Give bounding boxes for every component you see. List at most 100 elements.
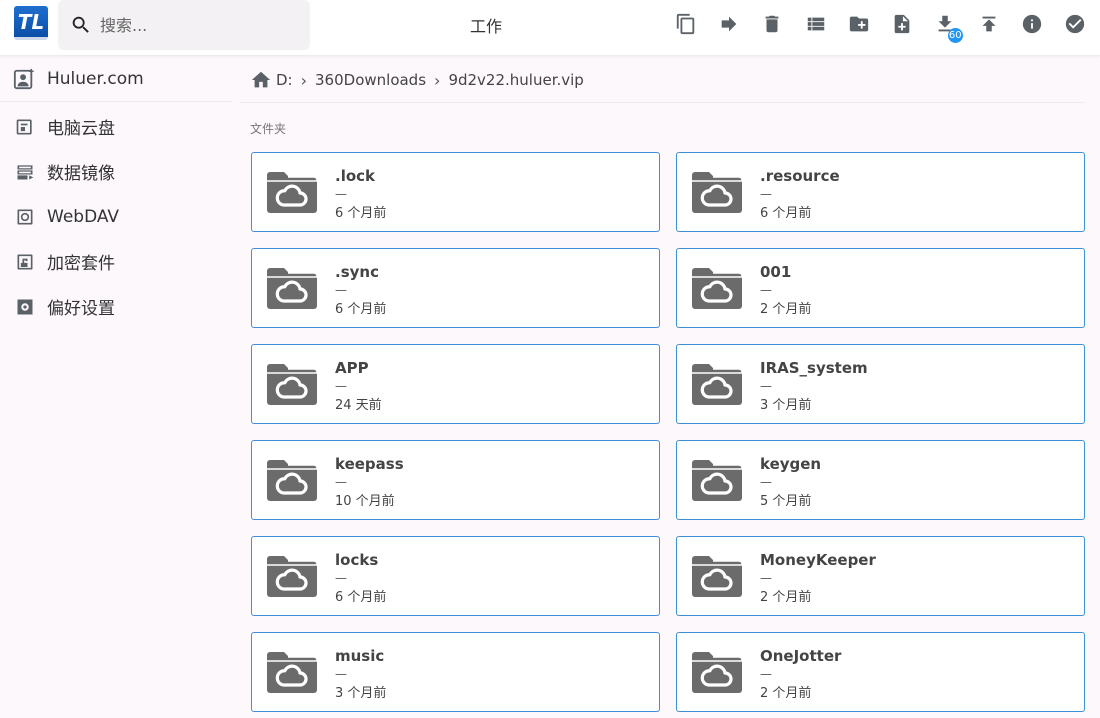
copy-button[interactable] (664, 8, 707, 40)
folder-name: MoneyKeeper (760, 551, 876, 569)
move-icon (721, 16, 737, 32)
folder-modified: 2 个月前 (760, 590, 812, 605)
cloud-folder-icon (267, 652, 318, 693)
folder-modified: 24 天前 (335, 398, 382, 413)
folder-size: — (335, 379, 347, 393)
sidebar-item-settings[interactable]: 偏好设置 (0, 284, 232, 329)
folder-grid: .lock — 6 个月前 .resource — 6 个月前 .sync — … (251, 152, 1085, 712)
folder-modified: 3 个月前 (335, 686, 387, 701)
data-mirror-icon (17, 164, 34, 179)
folder-modified: 2 个月前 (760, 686, 812, 701)
new-file-button[interactable] (880, 8, 923, 40)
folder-size: — (760, 379, 772, 393)
cloud-folder-icon (692, 556, 743, 597)
folder-name: OneJotter (760, 647, 842, 665)
folder-size: — (760, 475, 772, 489)
folder-size: — (335, 571, 347, 585)
folder-card[interactable]: 001 — 2 个月前 (676, 248, 1085, 328)
folder-card[interactable]: .lock — 6 个月前 (251, 152, 660, 232)
folder-card[interactable]: .resource — 6 个月前 (676, 152, 1085, 232)
new-file-icon (894, 14, 910, 34)
search-box[interactable] (58, 0, 310, 50)
sidebar-brand[interactable]: Huluer.com (0, 56, 232, 102)
sidebar-nav: 电脑云盘 数据镜像 WebDAV 加密套件 偏好设置 (0, 104, 232, 329)
folder-card[interactable]: APP — 24 天前 (251, 344, 660, 424)
new-folder-button[interactable] (837, 8, 880, 40)
folder-name: .lock (335, 167, 376, 185)
folder-size: — (760, 283, 772, 297)
select-all-icon (1066, 14, 1085, 34)
home-icon[interactable] (250, 69, 272, 91)
folder-modified: 10 个月前 (335, 494, 395, 509)
folder-size: — (760, 187, 772, 201)
search-input[interactable] (100, 12, 300, 38)
download-count-badge: 60 (947, 28, 963, 43)
folder-name: 001 (760, 263, 792, 281)
cloud-folder-icon (267, 556, 318, 597)
webdav-icon (17, 209, 33, 224)
divider (240, 102, 1085, 103)
select-all-button[interactable] (1054, 8, 1097, 40)
folder-name: keepass (335, 455, 404, 473)
upload-button[interactable] (967, 8, 1010, 40)
breadcrumb-item[interactable]: 9d2v22.huluer.vip (448, 71, 583, 89)
move-button[interactable] (707, 8, 750, 40)
folder-name: locks (335, 551, 379, 569)
sidebar-item-label: 加密套件 (47, 254, 115, 274)
sidebar: Huluer.com 电脑云盘 数据镜像 WebDAV 加密套件 偏好设置 (0, 56, 232, 718)
breadcrumb-item[interactable]: 360Downloads (315, 71, 426, 89)
user-icon (13, 68, 34, 89)
folder-card[interactable]: OneJotter — 2 个月前 (676, 632, 1085, 712)
folder-modified: 3 个月前 (760, 398, 812, 413)
info-button[interactable] (1010, 8, 1053, 40)
sidebar-item-data-mirror[interactable]: 数据镜像 (0, 149, 232, 194)
cloud-drive-icon (16, 119, 32, 134)
folder-size: — (335, 283, 347, 297)
folder-modified: 6 个月前 (335, 302, 387, 317)
delete-button[interactable] (751, 8, 794, 40)
list-view-button[interactable] (794, 8, 837, 40)
chevron-right-icon: › (434, 70, 441, 90)
encryption-icon (17, 254, 33, 269)
folder-size: — (335, 667, 347, 681)
sidebar-item-encryption[interactable]: 加密套件 (0, 239, 232, 284)
cloud-folder-icon (692, 460, 743, 501)
folder-size: — (760, 667, 772, 681)
folder-card[interactable]: .sync — 6 个月前 (251, 248, 660, 328)
folder-name: .sync (335, 263, 379, 281)
download-button[interactable]: 60 (924, 8, 967, 43)
app-logo[interactable]: TL (14, 6, 48, 40)
folder-card[interactable]: MoneyKeeper — 2 个月前 (676, 536, 1085, 616)
folder-modified: 6 个月前 (760, 206, 812, 221)
folder-modified: 6 个月前 (335, 206, 387, 221)
folder-card[interactable]: keygen — 5 个月前 (676, 440, 1085, 520)
cloud-folder-icon (267, 460, 318, 501)
copy-icon (676, 13, 694, 35)
folder-card[interactable]: music — 3 个月前 (251, 632, 660, 712)
sidebar-item-webdav[interactable]: WebDAV (0, 194, 232, 239)
folder-modified: 2 个月前 (760, 302, 812, 317)
settings-icon (17, 299, 33, 314)
breadcrumb-item[interactable]: D: (276, 71, 293, 89)
sidebar-item-label: 电脑云盘 (47, 119, 115, 139)
folder-modified: 5 个月前 (760, 494, 812, 509)
info-icon (1022, 14, 1042, 34)
folder-card[interactable]: keepass — 10 个月前 (251, 440, 660, 520)
cloud-folder-icon (692, 172, 743, 213)
toolbar: 60 (664, 8, 1097, 43)
sidebar-item-label: 偏好设置 (47, 299, 115, 319)
sidebar-item-label: 数据镜像 (47, 164, 115, 184)
search-icon (72, 16, 89, 33)
folder-size: — (760, 571, 772, 585)
folder-card[interactable]: IRAS_system — 3 个月前 (676, 344, 1085, 424)
folder-name: IRAS_system (760, 359, 868, 377)
folder-size: — (335, 475, 347, 489)
sidebar-item-label: WebDAV (47, 206, 120, 227)
list-view-icon (807, 17, 824, 31)
chevron-right-icon: › (300, 70, 308, 90)
folder-name: .resource (760, 167, 840, 185)
folder-name: keygen (760, 455, 822, 473)
sidebar-item-cloud-drive[interactable]: 电脑云盘 (0, 104, 232, 149)
folder-card[interactable]: locks — 6 个月前 (251, 536, 660, 616)
breadcrumb: D: › 360Downloads › 9d2v22.huluer.vip (250, 60, 584, 100)
